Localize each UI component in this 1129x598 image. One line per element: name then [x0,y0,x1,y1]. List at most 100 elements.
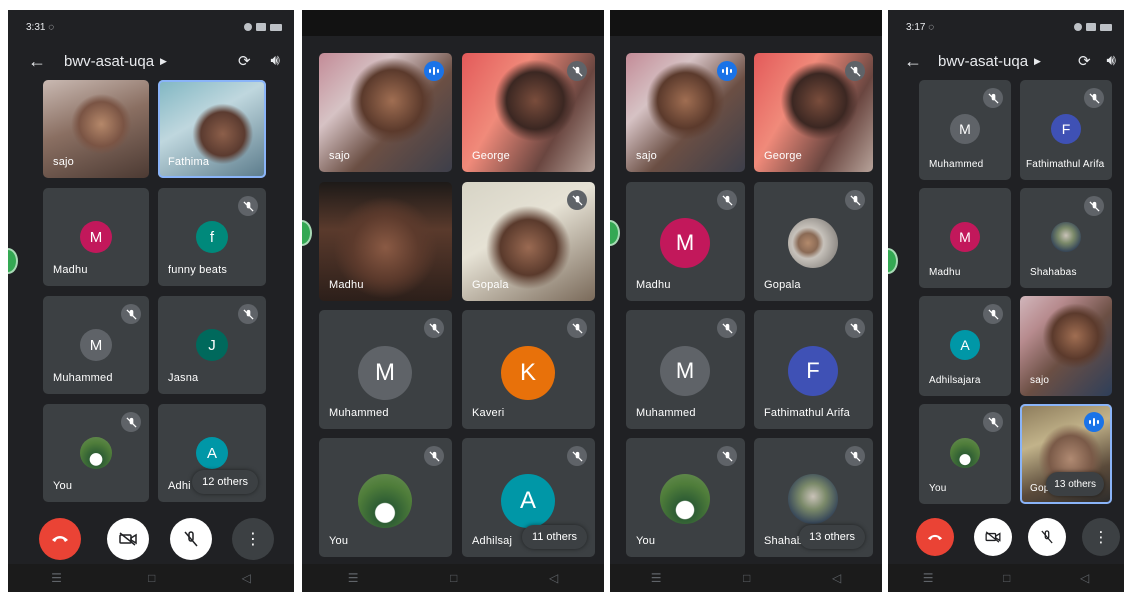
participant-tile[interactable]: sajo [319,53,452,172]
mic-off-icon [983,412,1003,432]
home-icon[interactable]: □ [743,571,750,585]
participant-tile[interactable]: Fathima [158,80,266,178]
speaking-indicator-icon [717,61,737,81]
participant-tile-self[interactable]: You [43,404,149,502]
camera-toggle-button[interactable] [974,518,1012,556]
menu-icon[interactable]: ☰ [651,571,662,585]
home-icon[interactable]: □ [148,571,155,585]
participant-tile[interactable]: George [754,53,873,172]
end-call-button[interactable] [916,518,954,556]
participant-name: Jasna [168,372,199,384]
participant-name: You [636,535,656,547]
participant-tile-self[interactable]: You [319,438,452,557]
status-time: 3:31 [26,21,46,33]
participant-tile[interactable]: M Madhu [43,188,149,286]
participant-name: Adhi [168,480,191,492]
mic-toggle-button[interactable] [1028,518,1066,556]
back-icon[interactable]: ◁ [832,571,841,585]
menu-icon[interactable]: ☰ [51,571,62,585]
mic-off-icon [184,531,198,547]
notification-icon: ◌ [48,21,55,33]
participant-name: Fathima [168,156,210,168]
camera-toggle-button[interactable] [107,518,149,560]
participant-avatar: F [1051,114,1081,144]
participant-tile[interactable]: Gop 13 others [1020,404,1112,504]
meeting-code[interactable]: bwv-asat-uqa [938,53,1028,70]
participant-tile[interactable]: Gopala [754,182,873,301]
participant-tile[interactable]: A Adhilsajara [919,296,1011,396]
participant-tile[interactable]: Madhu [319,182,452,301]
participant-avatar: M [950,114,980,144]
back-icon[interactable]: ◁ [242,571,251,585]
participant-avatar: F [788,346,838,396]
floating-bubble-icon[interactable] [8,248,18,274]
participant-tile[interactable]: sajo [1020,296,1112,396]
meeting-code[interactable]: bwv-asat-uqa [64,53,154,70]
menu-icon[interactable]: ☰ [923,571,934,585]
speaker-icon[interactable]: 🔊︎ [271,52,280,70]
more-options-button[interactable]: ⋮ [232,518,274,560]
back-icon[interactable]: ◁ [549,571,558,585]
participant-tile-self[interactable]: You [626,438,745,557]
participant-name: You [329,535,349,547]
participant-tile[interactable]: M Muhammed [43,296,149,394]
back-arrow-icon[interactable]: ← [898,51,928,72]
home-icon[interactable]: □ [1003,571,1010,585]
mic-off-icon [845,190,865,210]
participant-tile[interactable]: sajo [626,53,745,172]
others-count-badge[interactable]: 12 others [192,470,258,494]
speaking-indicator-icon [1084,412,1104,432]
more-options-button[interactable]: ⋮ [1082,518,1120,556]
back-arrow-icon[interactable]: ← [22,51,52,72]
participant-tile[interactable]: f funny beats [158,188,266,286]
participant-tile[interactable]: Shahabas [1020,188,1112,288]
mic-toggle-button[interactable] [170,518,212,560]
mic-off-icon [238,304,258,324]
floating-bubble-icon[interactable] [302,220,312,246]
caret-right-icon[interactable]: ▶ [1034,56,1041,67]
participant-tile[interactable]: M Muhammed [919,80,1011,180]
back-icon[interactable]: ◁ [1080,571,1089,585]
participant-tile[interactable]: Shahaba 13 others [754,438,873,557]
status-bar: 3:17 ◌ [888,10,1124,44]
mic-off-icon [845,446,865,466]
speaker-icon[interactable]: 🔊︎ [1107,52,1116,70]
participant-name: Madhu [329,279,364,291]
others-count-badge[interactable]: 13 others [799,525,865,549]
floating-bubble-icon[interactable] [888,248,898,274]
participant-tile[interactable]: M Madhu [626,182,745,301]
mic-off-icon [567,446,587,466]
participant-avatar: M [80,329,112,361]
participant-tile[interactable]: F Fathimathul Arifa [754,310,873,429]
camera-off-icon [119,532,137,546]
end-call-button[interactable] [39,518,81,560]
home-icon[interactable]: □ [450,571,457,585]
participant-name: Muhammed [53,372,113,384]
participant-tile[interactable]: J Jasna [158,296,266,394]
participant-tile[interactable]: M Muhammed [626,310,745,429]
others-count-badge[interactable]: 11 others [521,525,587,549]
floating-bubble-icon[interactable] [610,220,620,246]
switch-camera-icon[interactable]: ⟳ [238,52,251,70]
participant-tile[interactable]: George [462,53,595,172]
participant-tile[interactable]: A Adhilsaj 11 others [462,438,595,557]
participant-tile[interactable]: K Kaveri [462,310,595,429]
participant-name: Gopala [472,279,509,291]
participant-tile[interactable]: F Fathimathul Arifa [1020,80,1112,180]
others-count-badge[interactable]: 13 others [1046,472,1104,496]
participant-avatar: f [196,221,228,253]
caret-right-icon[interactable]: ▶ [160,56,167,67]
participant-tile[interactable]: M Madhu [919,188,1011,288]
mic-off-icon [238,196,258,216]
participant-tile[interactable]: A Adhi 12 others [158,404,266,502]
status-time: 3:17 [906,21,926,33]
participant-tile[interactable]: Gopala [462,182,595,301]
switch-camera-icon[interactable]: ⟳ [1078,52,1091,70]
participant-tile-self[interactable]: You [919,404,1011,504]
participant-avatar: M [80,221,112,253]
participant-tile[interactable]: sajo [43,80,149,178]
menu-icon[interactable]: ☰ [348,571,359,585]
participant-tile[interactable]: M Muhammed [319,310,452,429]
screenshot-panel-3: sajo George M Madhu Gopala M Muhammed F … [610,10,882,592]
android-nav-bar: ☰ □ ◁ [8,564,294,592]
